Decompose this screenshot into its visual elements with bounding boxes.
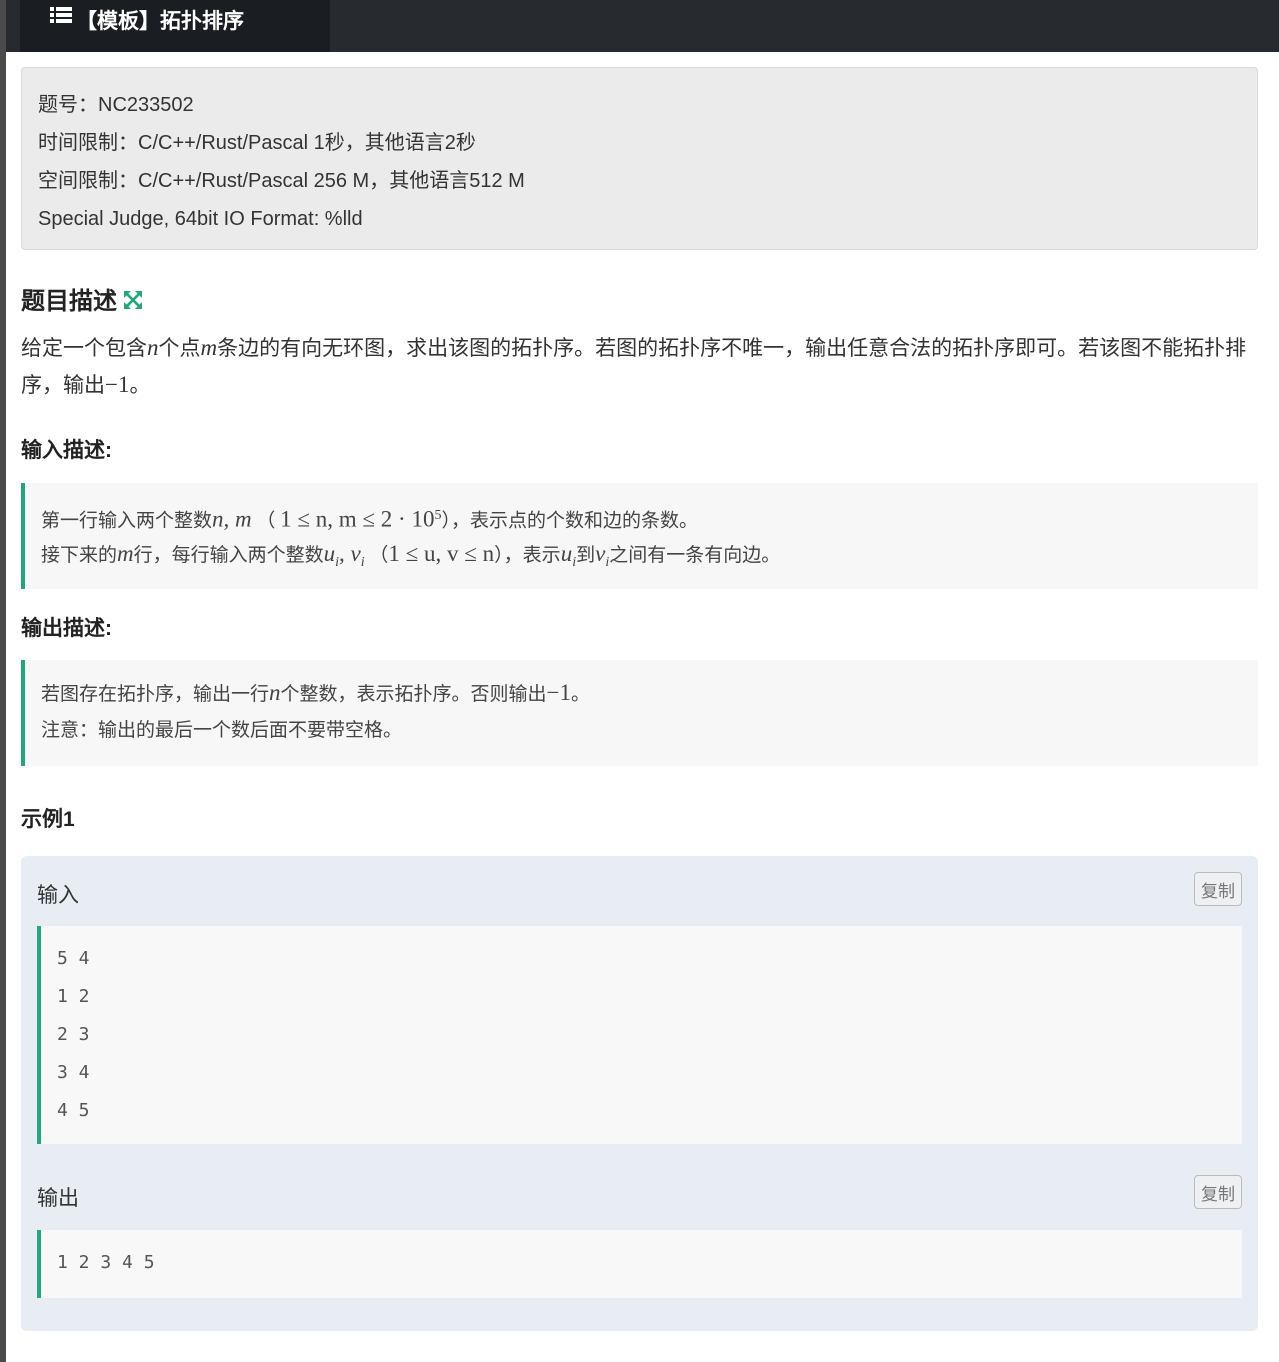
code-line: 5 4 [57,948,90,969]
page-frame: 【模板】拓扑排序 题号：NC233502 时间限制：C/C++/Rust/Pas… [6,0,1279,1362]
input-desc-text: （ [364,545,389,566]
problem-title-tab[interactable]: 【模板】拓扑排序 [20,0,330,52]
output-desc-text: 。 [571,684,591,705]
output-desc-text: 若图存在拓扑序，输出一行 [41,684,270,705]
math-v: v [595,541,606,566]
example-input-label: 输入 [37,884,79,907]
input-desc-text: （ [251,510,281,532]
desc-text-1: 给定一个包含 [21,337,147,360]
copy-output-button[interactable]: 复制 [1194,1175,1242,1209]
example-input-code[interactable]: 5 4 1 2 2 3 3 4 4 5 [37,926,1242,1144]
input-desc-text: 行，每行输入两个整数 [133,545,324,566]
code-line: 1 2 3 4 5 [57,1252,155,1273]
input-desc-block: 第一行输入两个整数n, m （ 1 ≤ n, m ≤ 2 · 105），表示点的… [21,483,1258,589]
problem-meta-panel: 题号：NC233502 时间限制：C/C++/Rust/Pascal 1秒，其他… [21,67,1258,250]
memory-limit: 空间限制：C/C++/Rust/Pascal 256 M，其他语言512 M [38,170,525,192]
input-desc-text: ），表示点的个数和边的条数。 [441,510,698,532]
input-desc-text: 到 [576,545,596,566]
output-desc-text: 个整数，表示拓扑序。否则输出 [280,684,547,705]
math-u: u [560,541,573,566]
code-line: 4 5 [57,1100,90,1121]
math-m: m [200,335,218,360]
code-line: 3 4 [57,1062,90,1083]
description-heading: 题目描述 [21,281,143,316]
output-desc-block: 若图存在拓扑序，输出一行n个整数，表示拓扑序。否则输出−1。 注意：输出的最后一… [21,660,1258,766]
example-output-label: 输出 [37,1187,79,1210]
description-text: 给定一个包含n个点m条边的有向无环图，求出该图的拓扑序。若图的拓扑序不唯一，输出… [21,330,1261,404]
input-desc-line-2: 接下来的m行，每行输入两个整数ui, vi （1 ≤ u, v ≤ n），表示u… [41,535,1258,573]
copy-input-button[interactable]: 复制 [1194,872,1242,906]
math-n: n [147,335,159,360]
output-desc-line-2: 注意：输出的最后一个数后面不要带空格。 [41,720,403,741]
code-line: 2 3 [57,1024,90,1045]
math-m: m [117,541,134,566]
math-neg-one: −1 [546,680,572,705]
output-desc-line-1: 若图存在拓扑序，输出一行n个整数，表示拓扑序。否则输出−1。 [41,674,1258,712]
input-desc-text: 之间有一条有向边。 [609,545,781,566]
input-desc-heading: 输入描述: [21,439,112,462]
input-desc-text: 接下来的 [41,545,118,566]
code-line: 1 2 [57,986,90,1007]
math-v: v [350,541,361,566]
example-heading: 示例1 [21,808,75,831]
desc-text-4: 。 [129,374,151,397]
input-desc-text: 第一行输入两个整数 [41,510,213,532]
math-range: 1 ≤ u, v ≤ n [388,541,495,566]
math-range: 1 ≤ n, m ≤ 2 · 10 [280,506,435,532]
description-heading-text: 题目描述 [21,288,117,315]
list-icon [50,5,72,31]
input-desc-line-1: 第一行输入两个整数n, m （ 1 ≤ n, m ≤ 2 · 105），表示点的… [41,497,1258,535]
math-comma: , [339,541,351,566]
math-n-m: n, m [212,506,252,532]
desc-text-2: 个点 [158,337,201,360]
problem-id: 题号：NC233502 [38,94,194,116]
time-limit: 时间限制：C/C++/Rust/Pascal 1秒，其他语言2秒 [38,132,476,154]
math-u: u [323,541,336,566]
expand-icon[interactable] [123,289,143,309]
top-bar: 【模板】拓扑排序 [6,0,1279,52]
example-output-code[interactable]: 1 2 3 4 5 [37,1230,1242,1298]
math-n: n [269,680,281,705]
math-neg-one: −1 [105,372,130,397]
output-desc-heading: 输出描述: [21,617,112,640]
judge-info: Special Judge, 64bit IO Format: %lld [38,208,363,230]
input-desc-text: ），表示 [494,545,561,566]
example-box: 输入 复制 5 4 1 2 2 3 3 4 4 5 输出 复制 1 2 3 4 … [21,856,1258,1331]
problem-title: 【模板】拓扑排序 [76,10,244,33]
